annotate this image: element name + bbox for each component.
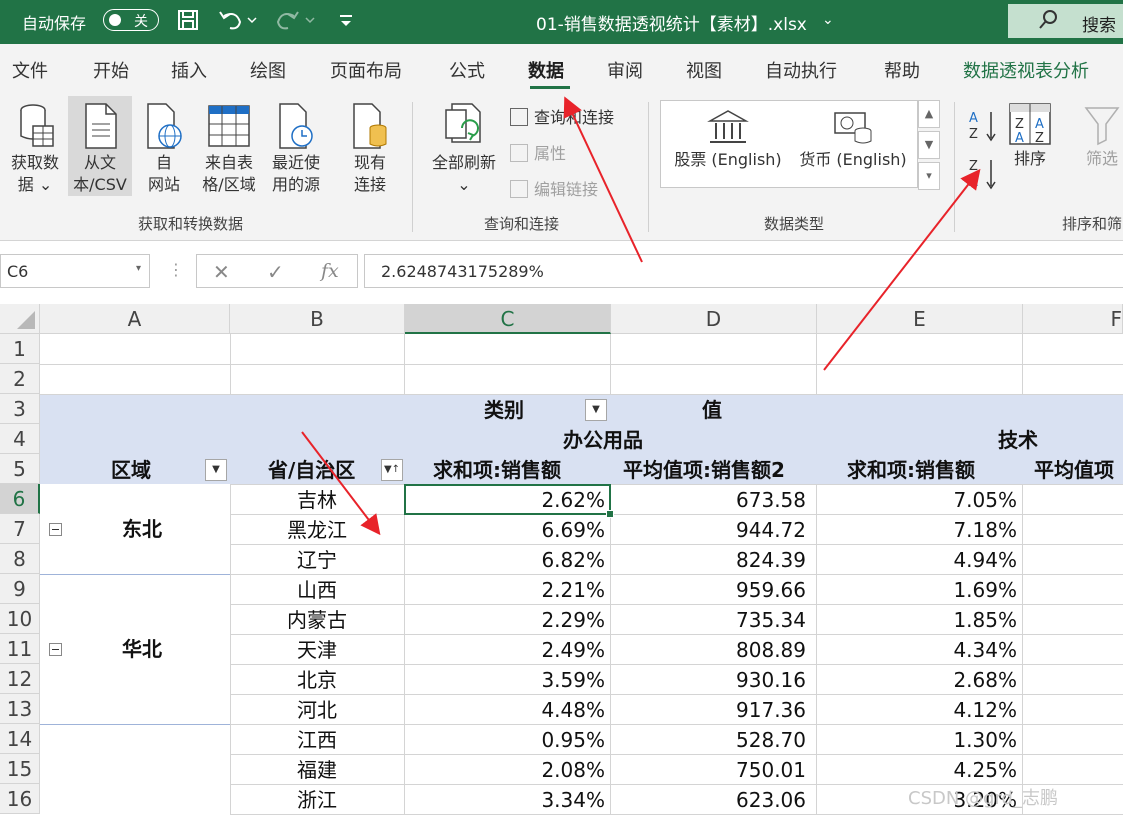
- arrow-to-sort: [823, 168, 981, 371]
- arrow-to-data-tab: [563, 96, 643, 263]
- watermark: CSDN @grd_志鹏: [908, 788, 1058, 809]
- annotation-arrows: [301, 96, 981, 536]
- arrow-to-sort-button: [301, 431, 381, 536]
